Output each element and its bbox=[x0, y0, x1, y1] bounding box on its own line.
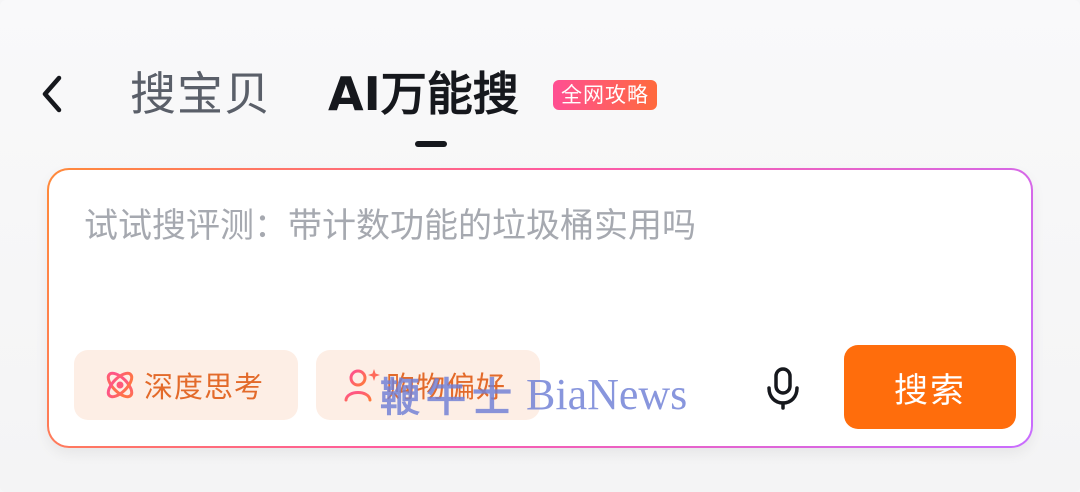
shopping-preference-chip[interactable]: 购物偏好 bbox=[316, 350, 540, 420]
tab-ai-search[interactable]: AI万能搜 bbox=[328, 64, 519, 124]
deep-thinking-chip[interactable]: 深度思考 bbox=[74, 350, 298, 420]
page-frame: 搜宝贝 AI万能搜 全网攻略 试试搜评测：带计数功能的垃圾桶实用吗 深度思考 购… bbox=[0, 0, 1080, 492]
deep-thinking-label: 深度思考 bbox=[144, 370, 265, 404]
search-card-inner: 深度思考 购物偏 bbox=[49, 170, 1031, 446]
back-button[interactable] bbox=[30, 66, 74, 122]
active-tab-indicator bbox=[415, 141, 447, 147]
search-button[interactable]: 搜索 bbox=[844, 345, 1016, 429]
microphone-icon bbox=[767, 367, 799, 410]
user-sparkle-icon bbox=[342, 365, 382, 405]
search-card: 深度思考 购物偏 bbox=[47, 168, 1033, 448]
tab-badge: 全网攻略 bbox=[553, 80, 657, 110]
atom-orbit-icon bbox=[100, 365, 140, 405]
tab-search-items[interactable]: 搜宝贝 bbox=[130, 64, 271, 124]
voice-input-button[interactable] bbox=[761, 364, 805, 412]
search-input[interactable] bbox=[82, 200, 986, 252]
chevron-left-icon bbox=[42, 75, 62, 113]
shopping-preference-label: 购物偏好 bbox=[386, 370, 507, 404]
